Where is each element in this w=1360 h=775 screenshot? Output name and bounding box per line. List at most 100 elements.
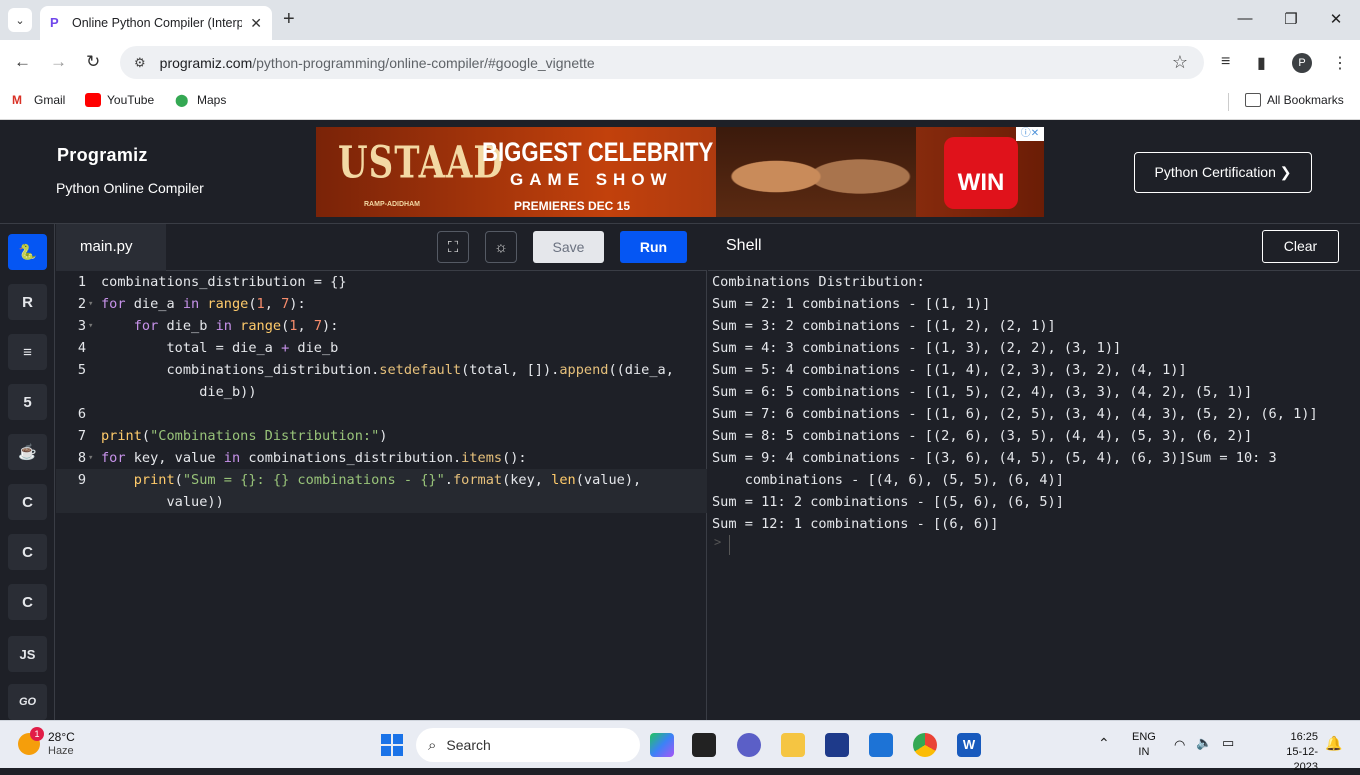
teams-chat-icon[interactable] xyxy=(737,733,761,757)
back-icon[interactable]: ← xyxy=(14,53,31,71)
bookmark-youtube[interactable]: YouTube xyxy=(85,93,154,107)
weather-condition: Haze xyxy=(48,745,74,757)
java-glyph: ☕ xyxy=(18,444,37,461)
close-window-icon[interactable]: ✕ xyxy=(1326,10,1346,28)
store-icon[interactable] xyxy=(825,733,849,757)
site-info-icon[interactable]: ⚙ xyxy=(134,55,146,71)
shell-toolbar: Shell Clear xyxy=(708,224,1360,271)
programiz-logo[interactable]: Programiz xyxy=(57,145,148,166)
output-line: Sum = 3: 2 combinations - [(1, 2), (2, 1… xyxy=(712,318,1056,334)
input-language[interactable]: ENG IN xyxy=(1132,730,1156,760)
code-line: 3 ▾ for die_b in range(1, 7): xyxy=(77,318,339,334)
copilot-icon[interactable] xyxy=(650,733,674,757)
lang-c-icon[interactable]: C xyxy=(8,484,47,520)
tab-search-chevron-icon[interactable]: ⌄ xyxy=(8,8,32,32)
weather-widget[interactable]: 1 28°C Haze xyxy=(18,727,75,758)
file-explorer-icon[interactable] xyxy=(781,733,805,757)
shell-caret[interactable] xyxy=(729,535,730,555)
lang-go-icon[interactable]: GO xyxy=(8,684,47,720)
bookmark-youtube-label: YouTube xyxy=(107,93,155,107)
output-line: Sum = 5: 4 combinations - [(1, 4), (2, 3… xyxy=(712,362,1187,378)
notification-bell-icon[interactable]: 🔔 xyxy=(1325,735,1342,752)
file-tab-main-py[interactable]: main.py xyxy=(56,224,166,271)
browser-tab-active[interactable]: P Online Python Compiler (Interp ✕ xyxy=(40,6,272,40)
url-path: /python-programming/online-compiler/#goo… xyxy=(252,54,595,71)
taskbar-search[interactable]: ⌕ Search xyxy=(416,728,640,762)
bookmark-maps-label: Maps xyxy=(197,93,227,107)
lang-csharp-icon[interactable]: C xyxy=(8,584,47,620)
windows-start-icon[interactable] xyxy=(381,734,403,756)
output-line: Sum = 6: 5 combinations - [(1, 5), (2, 4… xyxy=(712,384,1253,400)
task-view-icon[interactable] xyxy=(692,733,716,757)
theme-toggle-sun-icon[interactable]: ☼ xyxy=(485,231,517,263)
csharp-glyph: C xyxy=(22,593,33,611)
bookmark-maps[interactable]: ⬤ Maps xyxy=(175,93,226,107)
lang-r-icon[interactable]: R xyxy=(8,284,47,320)
battery-icon[interactable]: ▭ xyxy=(1222,735,1234,751)
lang-top: ENG xyxy=(1132,731,1156,743)
lang-cpp-icon[interactable]: C xyxy=(8,534,47,570)
page-subtitle: Python Online Compiler xyxy=(56,180,204,196)
code-editor[interactable]: 1 combinations_distribution = {} 2 ▾ for di… xyxy=(56,271,707,720)
go-glyph: GO xyxy=(18,696,37,708)
weather-sun-icon: 1 xyxy=(18,727,44,755)
maps-pin-icon: ⬤ xyxy=(175,93,189,107)
code-line: 2 ▾ for die_a in range(1, 7): xyxy=(77,296,306,312)
fullscreen-icon[interactable]: ⛶ xyxy=(437,231,469,263)
mail-icon[interactable] xyxy=(869,733,893,757)
ad-date: PREMIERES DEC 15 xyxy=(514,199,631,213)
c-glyph: C xyxy=(22,493,33,511)
wifi-icon[interactable]: ◠ xyxy=(1174,737,1185,753)
menu-kebab-icon[interactable]: ⋮ xyxy=(1332,53,1348,73)
gmail-icon: M xyxy=(12,93,22,107)
python-glyph: 🐍 xyxy=(18,244,37,261)
shell-prompt: > xyxy=(714,535,722,549)
sql-glyph: ≡ xyxy=(23,343,32,361)
code-line: 7 print("Combinations Distribution:") xyxy=(77,428,388,444)
bookmark-gmail[interactable]: M Gmail xyxy=(12,93,65,107)
python-certification-button[interactable]: Python Certification ❯ xyxy=(1134,152,1312,193)
close-tab-icon[interactable]: ✕ xyxy=(250,15,262,32)
address-bar[interactable]: ⚙ programiz.com/python-programming/onlin… xyxy=(120,46,1204,79)
new-tab-icon[interactable]: + xyxy=(283,9,295,29)
minimize-icon[interactable]: — xyxy=(1235,10,1255,27)
clock-time: 16:25 xyxy=(1290,731,1318,743)
side-panel-icon[interactable]: ▮ xyxy=(1257,53,1266,73)
programiz-favicon-icon: P xyxy=(50,15,59,30)
lang-python-icon[interactable]: 🐍 xyxy=(8,234,47,270)
all-bookmarks[interactable]: All Bookmarks xyxy=(1245,93,1344,107)
bookmarks-bar: M Gmail YouTube ⬤ Maps All Bookmarks xyxy=(0,85,1360,120)
media-control-icon[interactable]: ≡ xyxy=(1221,53,1230,71)
site-header: Programiz Python Online Compiler USTAAD … xyxy=(0,121,1360,224)
system-clock[interactable]: 16:25 15-12-2023 xyxy=(1282,730,1318,775)
advertisement-banner[interactable]: USTAAD RAMP-ADIDHAM BIGGEST CELEBRITY GA… xyxy=(316,127,1044,217)
lang-html-icon[interactable]: 5 xyxy=(8,384,47,420)
profile-avatar[interactable]: P xyxy=(1292,53,1312,73)
ad-brand-sub: RAMP-ADIDHAM xyxy=(364,201,420,208)
output-line: Sum = 7: 6 combinations - [(1, 6), (2, 5… xyxy=(712,406,1318,422)
weather-temp: 28°C xyxy=(48,730,75,744)
restore-icon[interactable]: ❐ xyxy=(1281,10,1301,28)
bookmark-star-icon[interactable]: ☆ xyxy=(1172,52,1188,73)
volume-icon[interactable]: 🔈 xyxy=(1196,735,1212,751)
shell-output[interactable]: Combinations Distribution: Sum = 2: 1 co… xyxy=(708,271,1360,720)
clear-button[interactable]: Clear xyxy=(1262,230,1339,263)
ad-headline: BIGGEST CELEBRITY xyxy=(482,137,714,167)
lang-sql-icon[interactable]: ≡ xyxy=(8,334,47,370)
run-button[interactable]: Run xyxy=(620,231,687,263)
word-icon[interactable]: W xyxy=(957,733,981,757)
save-button[interactable]: Save xyxy=(533,231,604,263)
chrome-icon[interactable] xyxy=(913,733,937,757)
cpp-glyph: C xyxy=(22,543,33,561)
lang-js-icon[interactable]: JS xyxy=(8,636,47,672)
output-line: Combinations Distribution: xyxy=(712,274,925,290)
js-glyph: JS xyxy=(19,646,36,662)
forward-icon[interactable]: → xyxy=(50,53,67,71)
lang-java-icon[interactable]: ☕ xyxy=(8,434,47,470)
output-line: combinations - [(4, 6), (5, 5), (6, 4)] xyxy=(712,472,1064,488)
ad-close-icon[interactable]: ⓘ✕ xyxy=(1016,127,1044,141)
output-line: Sum = 9: 4 combinations - [(3, 6), (4, 5… xyxy=(712,450,1277,466)
reload-icon[interactable]: ↻ xyxy=(86,53,100,71)
ad-brand: USTAAD xyxy=(338,137,504,189)
tray-chevron-icon[interactable]: ⌃ xyxy=(1098,735,1110,752)
